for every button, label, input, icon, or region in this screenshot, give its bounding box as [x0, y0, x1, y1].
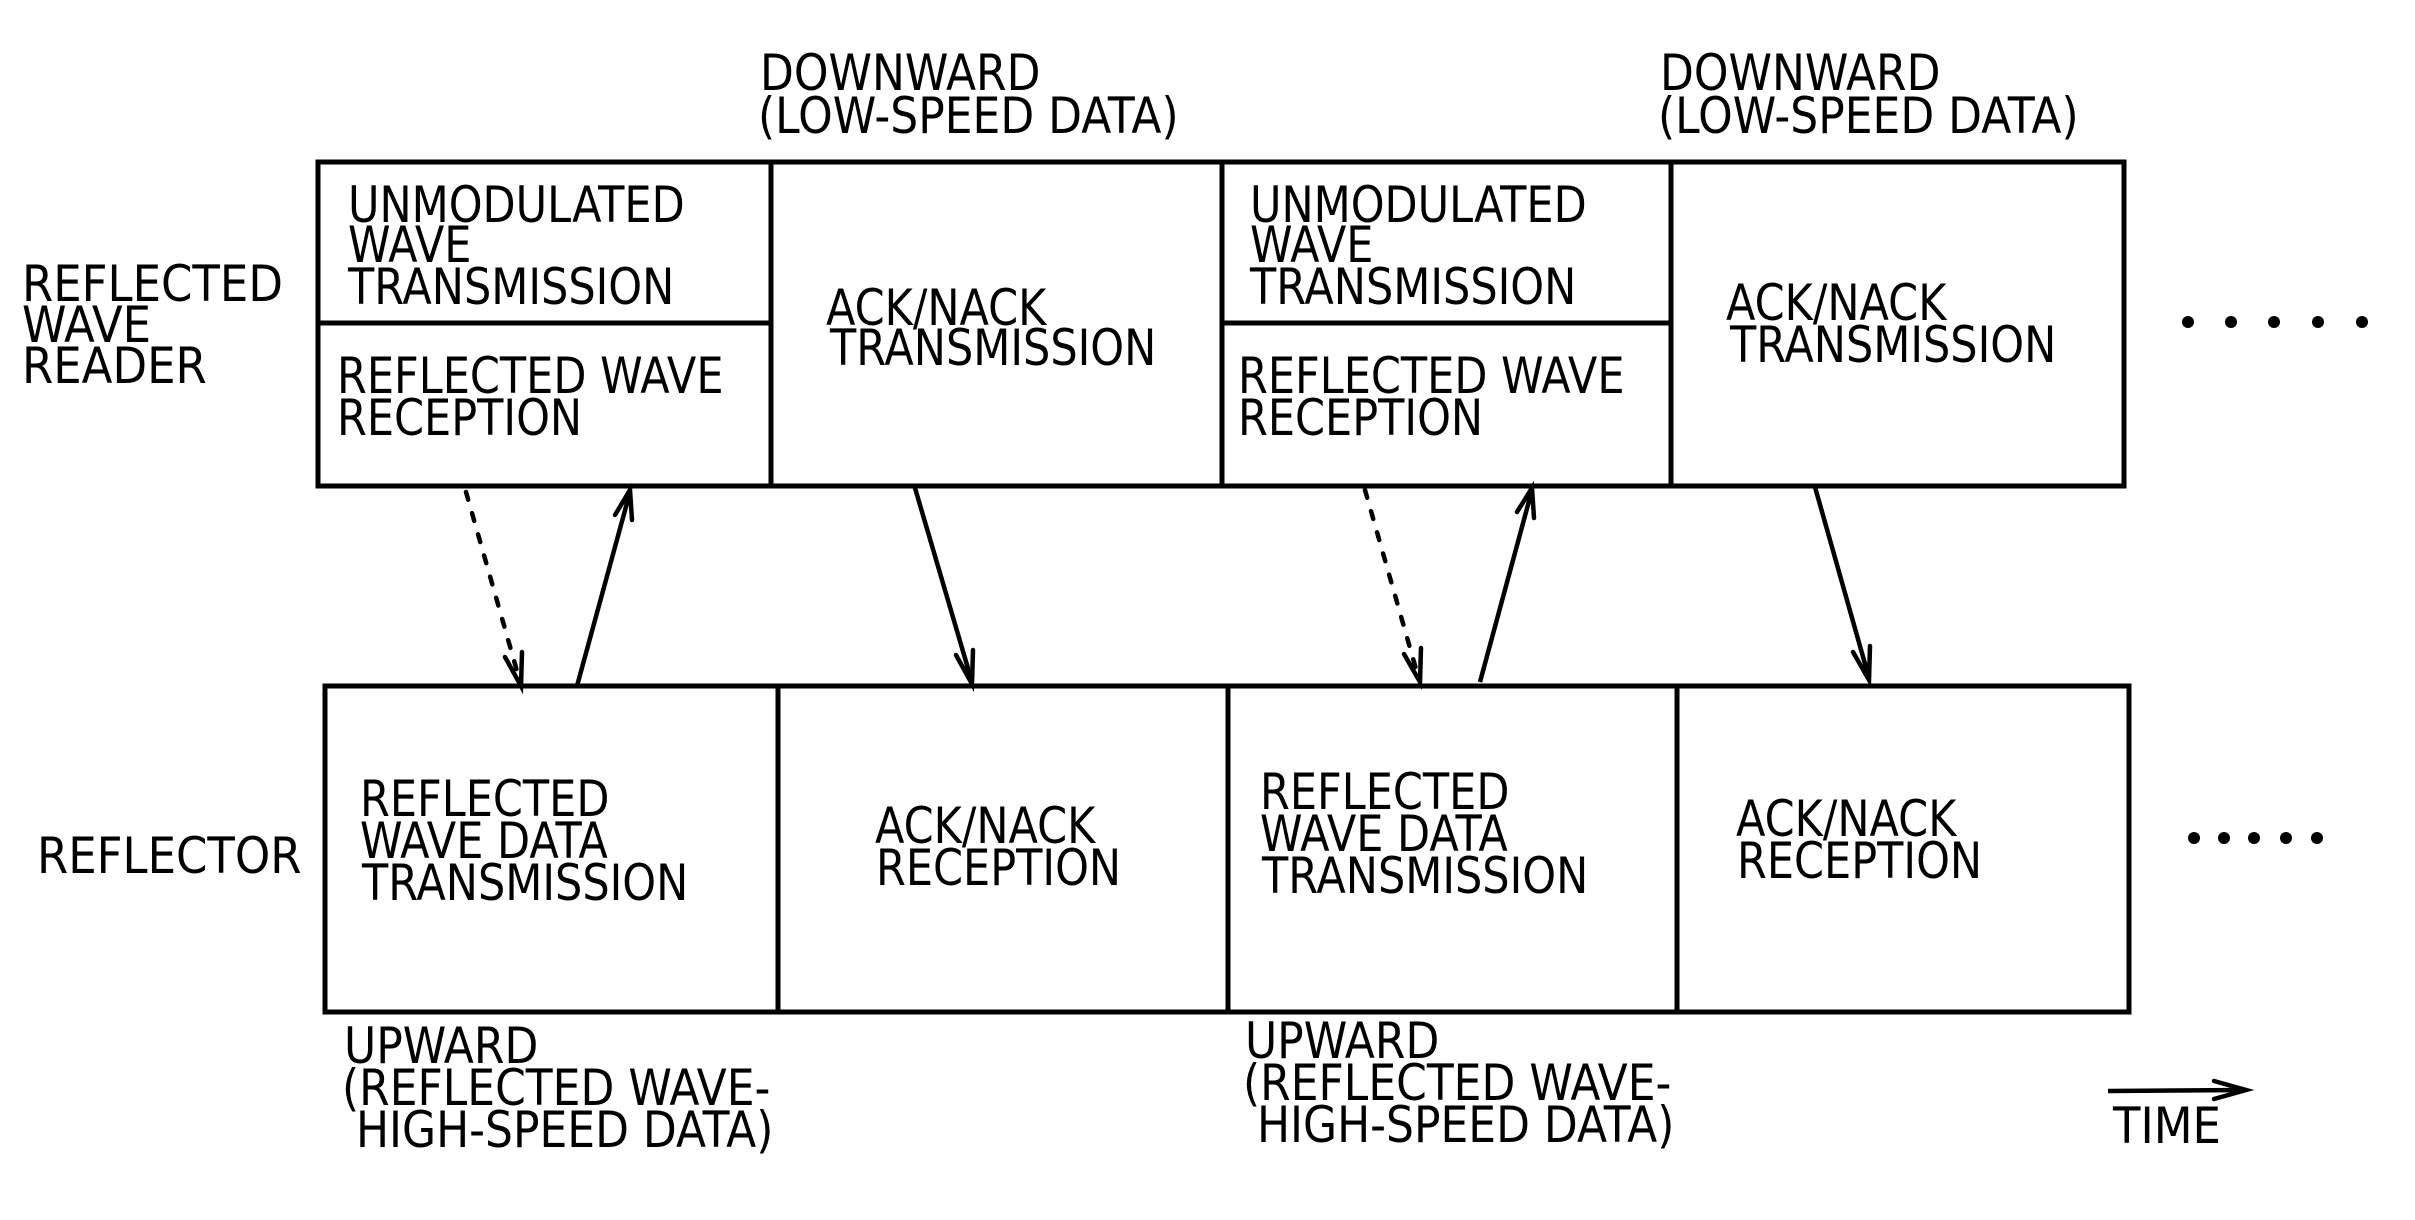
reflector-continuation-dots	[2188, 832, 2323, 844]
cell-text: RECEPTION	[876, 839, 1121, 897]
ellipsis-dot	[2182, 316, 2194, 328]
cell-text: TRANSMISSION	[1729, 316, 2056, 374]
dashed-arrow-shaft	[1362, 487, 1421, 679]
arrow-shaft	[1477, 489, 1535, 683]
annotation-downward-1: DOWNWARD (LOW-SPEED DATA)	[758, 44, 1179, 145]
reflector-row: REFLECTED WAVE DATA TRANSMISSION ACK/NAC…	[322, 683, 2132, 1015]
row-label-reader: REFLECTED WAVE READER	[22, 256, 283, 396]
ellipsis-dot	[2356, 316, 2368, 328]
arrowhead-down-icon	[1401, 645, 1424, 691]
reflector-cell-acknack-reception-1: ACK/NACK RECEPTION	[875, 797, 1121, 897]
cell-text: TRANSMISSION	[361, 854, 688, 912]
arrowhead-down-icon	[502, 649, 525, 695]
ellipsis-dot	[2218, 832, 2230, 844]
arrow-shaft	[1812, 486, 1872, 679]
arrow-shaft	[574, 491, 633, 687]
ellipsis-dot	[2188, 832, 2200, 844]
row-label-reflector-line: REFLECTOR	[37, 828, 302, 886]
ellipsis-dot	[2268, 316, 2280, 328]
annotation-upward-2: UPWARD (REFLECTED WAVE- HIGH-SPEED DATA)	[1243, 1012, 1674, 1154]
annotation-downward-2: DOWNWARD (LOW-SPEED DATA)	[1658, 44, 2079, 145]
ellipsis-dot	[2311, 832, 2323, 844]
time-label: TIME	[2112, 1098, 2221, 1156]
ellipsis-dot	[2225, 316, 2237, 328]
cell-text: TRANSMISSION	[347, 258, 674, 316]
cell-text: TRANSMISSION	[1249, 258, 1576, 316]
cell-text: RECEPTION	[1238, 389, 1483, 447]
dashed-arrow-shaft	[463, 489, 522, 681]
ellipsis-dot	[2280, 832, 2292, 844]
time-arrow-shaft	[2107, 1087, 2246, 1094]
row-label-reflector: REFLECTOR	[37, 828, 302, 886]
arrow-unmodulated-wave-1	[463, 489, 525, 695]
ellipsis-dot	[2312, 316, 2324, 328]
arrow-reflected-data-1	[574, 482, 635, 687]
time-axis: TIME	[2107, 1078, 2255, 1156]
cell-text: RECEPTION	[337, 389, 582, 447]
arrow-acknack-1	[912, 487, 976, 693]
reader-row: UNMODULATED WAVE TRANSMISSION REFLECTED …	[315, 159, 2127, 489]
reflector-cell-acknack-reception-2: ACK/NACK RECEPTION	[1736, 790, 1982, 890]
ellipsis-dot	[2248, 832, 2260, 844]
arrow-unmodulated-wave-2	[1362, 487, 1424, 691]
annotation-line: HIGH-SPEED DATA)	[342, 1101, 773, 1159]
annotation-line: HIGH-SPEED DATA)	[1243, 1096, 1674, 1154]
cell-text: TRANSMISSION	[829, 319, 1156, 377]
cell-text: TRANSMISSION	[1261, 847, 1588, 905]
row-label-reader-line: READER	[22, 338, 207, 396]
arrow-shaft	[912, 487, 975, 683]
annotation-line: (LOW-SPEED DATA)	[1658, 87, 2079, 145]
cell-text: RECEPTION	[1737, 832, 1982, 890]
arrow-acknack-2	[1812, 486, 1873, 689]
reader-continuation-dots	[2182, 316, 2368, 328]
timing-diagram: REFLECTED WAVE READER REFLECTOR DOWNWARD…	[22, 44, 2368, 1160]
annotation-line: (LOW-SPEED DATA)	[758, 87, 1179, 145]
annotation-upward-1: UPWARD (REFLECTED WAVE- HIGH-SPEED DATA)	[342, 1017, 773, 1159]
arrow-reflected-data-2	[1477, 480, 1537, 683]
